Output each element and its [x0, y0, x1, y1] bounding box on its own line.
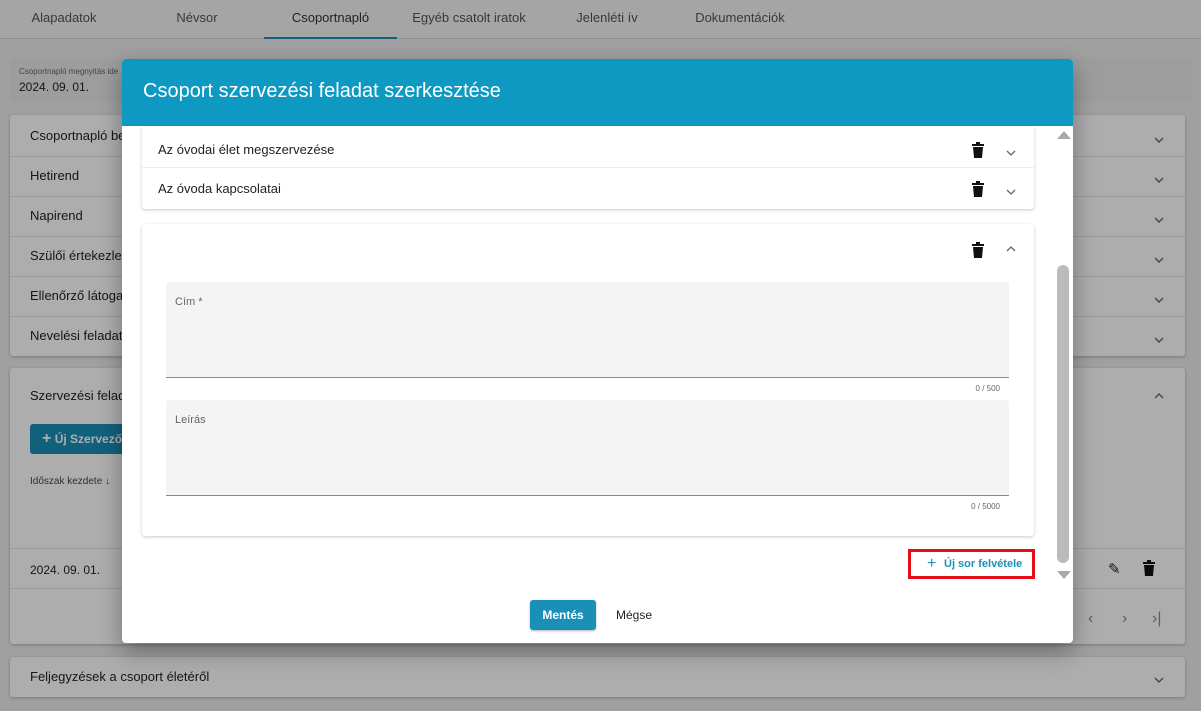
trash-icon[interactable] — [971, 242, 985, 258]
add-row-label: Új sor felvétele — [944, 558, 1023, 570]
title-field-label: Cím * — [175, 296, 203, 308]
title-field[interactable]: Cím * — [166, 282, 1009, 378]
save-button[interactable]: Mentés — [530, 600, 596, 630]
dialog-header: Csoport szervezési feladat szerkesztése — [122, 59, 1073, 126]
dialog-title: Csoport szervezési feladat szerkesztése — [143, 80, 501, 102]
scrollbar-thumb[interactable] — [1057, 265, 1069, 563]
cancel-button[interactable]: Mégse — [608, 600, 660, 630]
edit-task-dialog: Csoport szervezési feladat szerkesztése … — [122, 59, 1073, 643]
description-field[interactable]: Leírás — [166, 400, 1009, 496]
chevron-down-icon[interactable] — [1005, 146, 1017, 158]
chevron-up-icon[interactable] — [1005, 242, 1017, 254]
list-item[interactable]: Az óvoda kapcsolatai — [142, 168, 1034, 208]
plus-icon: + — [927, 555, 937, 572]
description-field-label: Leírás — [175, 414, 206, 426]
description-char-counter: 0 / 5000 — [971, 502, 1000, 511]
list-item-label: Az óvodai élet megszervezése — [158, 142, 335, 157]
trash-icon[interactable] — [971, 181, 985, 197]
task-items-list: Az óvodai élet megszervezése Az óvoda ka… — [142, 126, 1034, 209]
add-new-row-button[interactable]: + Új sor felvétele — [908, 549, 1035, 579]
scroll-up-arrow[interactable] — [1057, 131, 1071, 139]
title-char-counter: 0 / 500 — [975, 384, 1000, 393]
list-item-label: Az óvoda kapcsolatai — [158, 181, 281, 196]
new-item-form: Cím * 0 / 500 Leírás 0 / 5000 — [142, 224, 1034, 536]
chevron-down-icon[interactable] — [1005, 185, 1017, 197]
list-item[interactable]: Az óvodai élet megszervezése — [142, 128, 1034, 168]
scroll-down-arrow[interactable] — [1057, 571, 1071, 579]
trash-icon[interactable] — [971, 142, 985, 158]
